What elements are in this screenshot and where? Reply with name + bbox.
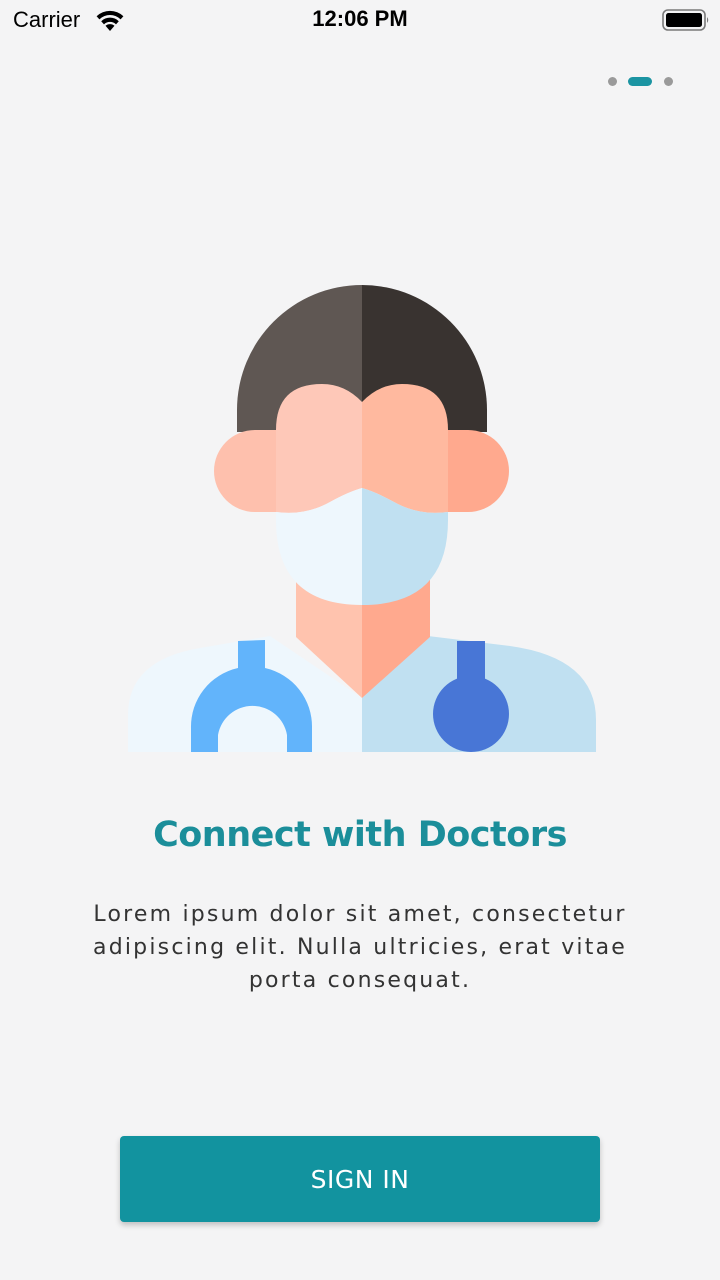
page-dot-1[interactable] [608,76,617,86]
clock: 12:06 PM [312,6,408,31]
page-description: Lorem ipsum dolor sit amet, consectetur … [93,902,627,993]
page-dot-2-active[interactable] [628,76,652,86]
page-title: Connect with Doctors [153,815,567,855]
status-bar: Carrier 12:06 PM [0,0,720,40]
page-indicator [608,76,673,86]
page-dot-3[interactable] [664,76,673,86]
battery-icon [662,9,709,31]
sign-in-button[interactable]: SIGN IN [120,1136,600,1222]
doctor-avatar-icon [128,285,596,752]
